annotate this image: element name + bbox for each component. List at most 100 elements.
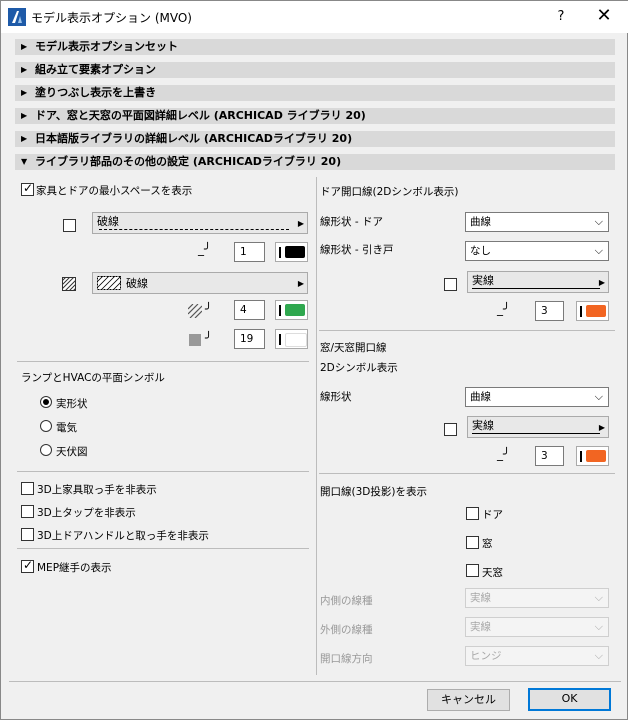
section-door-window-detail[interactable]: ▶ ドア、窓と天窓の平面図詳細レベル (ARCHICAD ライブラリ 20)	[15, 108, 615, 124]
expand-triangle-icon: ▶	[21, 88, 28, 97]
window-pen-color[interactable]	[576, 446, 609, 466]
separator	[319, 473, 615, 474]
window-shape-select[interactable]: 曲線 ⌵	[465, 387, 609, 407]
furniture-space-label: 家具とドアの最小スペースを表示	[36, 185, 193, 197]
mep-fittings-checkbox[interactable]	[21, 558, 34, 573]
chevron-down-icon: ⌵	[594, 244, 603, 257]
hide-taps-checkbox[interactable]	[21, 505, 34, 518]
mep-fittings-label: MEP継手の表示	[37, 562, 112, 574]
door-shape-label: 線形状 - ドア	[320, 216, 383, 228]
window-title: モデル表示オプション (MVO)	[31, 11, 192, 25]
chevron-down-icon: ⌵	[594, 390, 603, 403]
background-pen-color[interactable]	[275, 329, 308, 349]
section-construction-options[interactable]: ▶ 組み立て要素オプション	[15, 62, 615, 78]
opening-3d-skylight-label: 天窓	[482, 567, 503, 579]
fill-pen-hatch-icon	[188, 304, 202, 318]
door-line-checkbox[interactable]	[444, 278, 457, 291]
background-fill-icon	[189, 334, 201, 346]
door-shape-select[interactable]: 曲線 ⌵	[465, 212, 609, 232]
separator	[17, 471, 309, 472]
hide-door-handles-label: 3D上ドアハンドルと取っ手を非表示	[37, 530, 209, 542]
furniture-space-checkbox[interactable]	[21, 181, 34, 196]
hide-furniture-handles-checkbox[interactable]	[21, 482, 34, 495]
door-pen-number[interactable]: 3	[535, 301, 564, 321]
column-divider	[316, 177, 317, 675]
section-fill-override[interactable]: ▶ 塗りつぶし表示を上書き	[15, 85, 615, 101]
opening-3d-window-label: 窓	[482, 538, 493, 550]
pen-icon: _╯	[497, 302, 511, 316]
radio-ceiling-plan-label: 天伏図	[56, 446, 88, 458]
line-pen-color[interactable]	[275, 242, 308, 262]
inner-line-type-select[interactable]: 実線 ⌵	[465, 588, 609, 608]
line-pen-number[interactable]: 1	[234, 242, 265, 262]
window-line-checkbox[interactable]	[444, 423, 457, 436]
chevron-down-icon: ⌵	[594, 591, 603, 604]
fill-type-selector[interactable]: 破線 ▶	[92, 272, 308, 294]
chevron-down-icon: ⌵	[594, 620, 603, 633]
opening-3d-door-label: ドア	[482, 509, 503, 521]
door-pen-color[interactable]	[576, 301, 609, 321]
fill-pen-color[interactable]	[275, 300, 308, 320]
expand-triangle-icon: ▶	[21, 111, 28, 120]
expand-triangle-icon: ▶	[21, 65, 28, 74]
arrow-right-icon: ▶	[297, 279, 304, 288]
opening-direction-label: 開口線方向	[320, 653, 373, 665]
footer-separator	[9, 681, 621, 682]
radio-real-shape[interactable]	[40, 396, 52, 408]
hatch-preview-icon	[97, 276, 121, 290]
solid-line-preview	[472, 433, 600, 434]
window-opening-title: 窓/天窓開口線	[320, 342, 387, 354]
line-type-selector[interactable]: 破線 ▶	[92, 212, 308, 234]
separator	[319, 330, 615, 331]
section-mvo-sets[interactable]: ▶ モデル表示オプションセット	[15, 39, 615, 55]
expand-triangle-icon: ▶	[21, 42, 28, 51]
archicad-app-icon	[8, 8, 26, 26]
window-line-type-selector[interactable]: 実線 ▶	[467, 416, 609, 438]
opening-3d-title: 開口線(3D投影)を表示	[320, 486, 427, 498]
chevron-down-icon: ⌵	[594, 215, 603, 228]
inner-line-type-label: 内側の線種	[320, 595, 373, 607]
window-opening-subtitle: 2Dシンボル表示	[320, 362, 398, 374]
sliding-door-shape-select[interactable]: なし ⌵	[465, 241, 609, 261]
opening-3d-door-checkbox[interactable]	[466, 507, 479, 520]
ok-button[interactable]: OK	[528, 688, 611, 711]
radio-electrical[interactable]	[40, 420, 52, 432]
hide-door-handles-checkbox[interactable]	[21, 528, 34, 541]
separator	[17, 548, 309, 549]
collapse-triangle-icon: ▼	[21, 157, 28, 166]
opening-3d-skylight-checkbox[interactable]	[466, 564, 479, 577]
hide-furniture-handles-label: 3D上家具取っ手を非表示	[37, 484, 157, 496]
lamp-hvac-title: ランプとHVACの平面シンボル	[21, 372, 165, 384]
radio-ceiling-plan[interactable]	[40, 444, 52, 456]
arrow-right-icon: ▶	[297, 219, 304, 228]
door-line-type-selector[interactable]: 実線 ▶	[467, 271, 609, 293]
arrow-right-icon: ▶	[598, 278, 605, 287]
radio-electrical-label: 電気	[56, 422, 77, 434]
separator	[17, 361, 309, 362]
close-button[interactable]: ✕	[590, 5, 618, 29]
outer-line-type-select[interactable]: 実線 ⌵	[465, 617, 609, 637]
sliding-door-shape-label: 線形状 - 引き戸	[320, 244, 394, 256]
fill-pen-number[interactable]: 4	[234, 300, 265, 320]
hide-taps-label: 3D上タップを非表示	[37, 507, 136, 519]
cancel-button[interactable]: キャンセル	[427, 689, 510, 711]
door-opening-title: ドア開口線(2Dシンボル表示)	[320, 186, 459, 198]
window-shape-label: 線形状	[320, 391, 352, 403]
section-japanese-library-detail[interactable]: ▶ 日本語版ライブラリの詳細レベル (ARCHICADライブラリ 20)	[15, 131, 615, 147]
arrow-right-icon: ▶	[598, 423, 605, 432]
help-button[interactable]: ?	[549, 5, 573, 29]
section-library-other-settings[interactable]: ▼ ライブラリ部品のその他の設定 (ARCHICADライブラリ 20)	[15, 154, 615, 170]
pen-icon: _╯	[198, 242, 212, 256]
opening-direction-select[interactable]: ヒンジ ⌵	[465, 646, 609, 666]
line-type-checkbox[interactable]	[63, 219, 76, 232]
fill-hatch-icon	[62, 277, 76, 291]
solid-line-preview	[472, 288, 600, 289]
window-pen-number[interactable]: 3	[535, 446, 564, 466]
background-pen-number[interactable]: 19	[234, 329, 265, 349]
radio-real-shape-label: 実形状	[56, 398, 88, 410]
dialog-window: モデル表示オプション (MVO) ? ✕ ▶ モデル表示オプションセット ▶ 組み立…	[0, 0, 628, 720]
opening-3d-window-checkbox[interactable]	[466, 536, 479, 549]
pen-icon: _╯	[497, 447, 511, 461]
chevron-down-icon: ⌵	[594, 649, 603, 662]
pen-icon: ╯	[205, 302, 213, 316]
